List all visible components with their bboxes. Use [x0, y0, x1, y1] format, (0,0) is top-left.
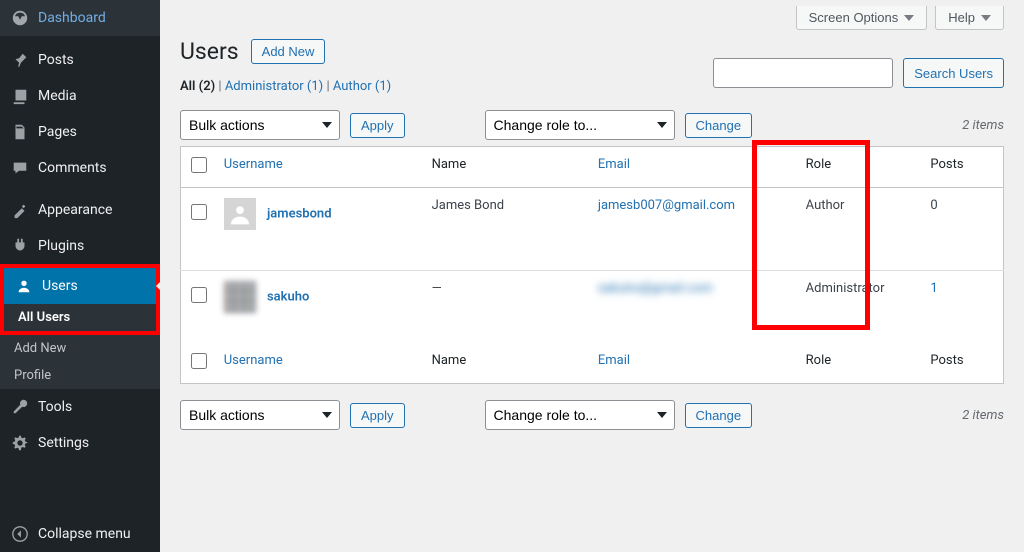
sidebar-item-users[interactable]: Users: [4, 268, 156, 304]
sidebar-item-dashboard[interactable]: Dashboard: [0, 0, 160, 36]
col-name-footer[interactable]: Name: [422, 343, 588, 384]
change-role-select-bottom[interactable]: Change role to...: [485, 400, 675, 430]
chevron-down-icon: [981, 15, 991, 21]
users-table: Username Name Email Role Posts jamesbond: [180, 146, 1004, 384]
email-link[interactable]: sakuho@gmail.com: [598, 281, 713, 296]
email-link[interactable]: jamesb007@gmail.com: [598, 198, 735, 213]
settings-icon: [10, 433, 30, 453]
sidebar-label: Settings: [38, 435, 89, 451]
apply-button-bottom[interactable]: Apply: [350, 403, 405, 428]
col-posts-header[interactable]: Posts: [920, 147, 1003, 188]
help-toggle[interactable]: Help: [935, 6, 1004, 30]
sidebar-label: Comments: [38, 160, 107, 176]
pages-icon: [10, 122, 30, 142]
cell-posts: 0: [920, 188, 1003, 271]
sidebar-label: Dashboard: [38, 10, 106, 26]
screen-options-label: Screen Options: [809, 10, 899, 25]
sidebar-label: Collapse menu: [38, 526, 131, 542]
user-search-input[interactable]: [713, 58, 893, 88]
plugins-icon: [10, 236, 30, 256]
media-icon: [10, 86, 30, 106]
sidebar-label: Pages: [38, 124, 77, 140]
sidebar-label: Posts: [38, 52, 74, 68]
sidebar-label: Plugins: [38, 238, 84, 254]
sidebar-item-comments[interactable]: Comments: [0, 150, 160, 186]
sidebar-label: Users: [42, 278, 78, 294]
dashboard-icon: [10, 8, 30, 28]
chevron-down-icon: [904, 15, 914, 21]
filter-administrator[interactable]: Administrator (1): [225, 79, 323, 94]
cell-role: Author: [796, 188, 921, 271]
items-count-bottom: 2 items: [962, 408, 1004, 423]
sidebar-label: Tools: [38, 399, 72, 415]
username-link[interactable]: sakuho: [267, 289, 309, 304]
all-users-highlight-box: All Users: [0, 304, 160, 335]
col-name-header[interactable]: Name: [422, 147, 588, 188]
cell-name: James Bond: [422, 188, 588, 271]
sidebar-item-pages[interactable]: Pages: [0, 114, 160, 150]
screen-options-toggle[interactable]: Screen Options: [796, 6, 928, 30]
sidebar-item-tools[interactable]: Tools: [0, 389, 160, 425]
add-new-user-button[interactable]: Add New: [251, 39, 326, 64]
users-submenu: All Users Add New Profile: [0, 304, 160, 389]
main-content: Screen Options Help Users Add New All (2…: [160, 0, 1024, 552]
sidebar-label: Appearance: [38, 202, 112, 218]
collapse-icon: [10, 524, 30, 544]
tablenav-bottom: Bulk actions Apply Change role to... Cha…: [180, 394, 1004, 436]
bulk-action-select-bottom[interactable]: Bulk actions: [180, 400, 340, 430]
sidebar-item-posts[interactable]: Posts: [0, 42, 160, 78]
cell-name: —: [422, 271, 588, 344]
posts-count-link[interactable]: 1: [930, 281, 937, 296]
sidebar-item-appearance[interactable]: Appearance: [0, 192, 160, 228]
row-checkbox[interactable]: [191, 204, 207, 220]
sidebar-item-media[interactable]: Media: [0, 78, 160, 114]
username-link[interactable]: jamesbond: [267, 206, 332, 221]
users-icon: [14, 276, 34, 296]
select-all-bottom[interactable]: [191, 353, 207, 369]
filter-all[interactable]: All (2): [180, 79, 215, 94]
tablenav-top: Bulk actions Apply Change role to... Cha…: [180, 104, 1004, 146]
col-role-header[interactable]: Role: [796, 147, 921, 188]
help-label: Help: [948, 10, 975, 25]
apply-button-top[interactable]: Apply: [350, 113, 405, 138]
page-title: Users: [180, 38, 239, 65]
admin-sidebar: Dashboard Posts Media Pages Comments App…: [0, 0, 160, 552]
bulk-action-select-top[interactable]: Bulk actions: [180, 110, 340, 140]
pin-icon: [10, 50, 30, 70]
col-email-header[interactable]: Email: [588, 147, 796, 188]
col-username-header[interactable]: Username: [214, 147, 422, 188]
appearance-icon: [10, 200, 30, 220]
table-row: sakuho — sakuho@gmail.com Administrator …: [181, 271, 1004, 344]
change-role-select-top[interactable]: Change role to...: [485, 110, 675, 140]
tools-icon: [10, 397, 30, 417]
screen-meta-links: Screen Options Help: [180, 0, 1004, 30]
users-highlight-box: Users: [0, 264, 160, 304]
items-count-top: 2 items: [962, 118, 1004, 133]
sidebar-item-plugins[interactable]: Plugins: [0, 228, 160, 264]
select-all-top[interactable]: [191, 157, 207, 173]
col-username-footer[interactable]: Username: [214, 343, 422, 384]
col-email-footer[interactable]: Email: [588, 343, 796, 384]
avatar: [224, 281, 256, 313]
submenu-add-new[interactable]: Add New: [0, 335, 160, 362]
sidebar-item-settings[interactable]: Settings: [0, 425, 160, 461]
avatar: [224, 198, 256, 230]
submenu-all-users[interactable]: All Users: [4, 304, 156, 331]
table-row: jamesbond James Bond jamesb007@gmail.com…: [181, 188, 1004, 271]
change-role-button-top[interactable]: Change: [685, 113, 753, 138]
cell-role: Administrator: [796, 271, 921, 344]
row-checkbox[interactable]: [191, 287, 207, 303]
sidebar-label: Media: [38, 88, 77, 104]
search-users-button[interactable]: Search Users: [903, 58, 1004, 88]
collapse-menu[interactable]: Collapse menu: [0, 516, 160, 552]
col-posts-footer[interactable]: Posts: [920, 343, 1003, 384]
change-role-button-bottom[interactable]: Change: [685, 403, 753, 428]
filter-author[interactable]: Author (1): [333, 79, 391, 94]
comments-icon: [10, 158, 30, 178]
col-role-footer[interactable]: Role: [796, 343, 921, 384]
submenu-profile[interactable]: Profile: [0, 362, 160, 389]
